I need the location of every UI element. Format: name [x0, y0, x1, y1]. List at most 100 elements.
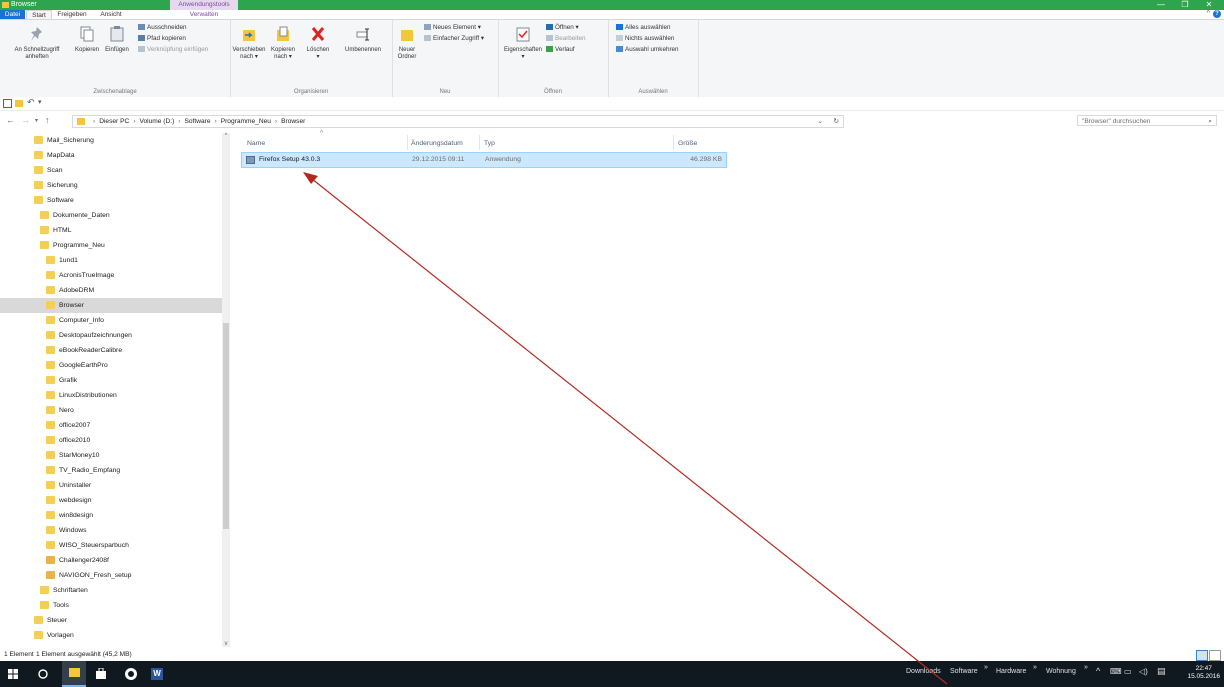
scrollbar-thumb[interactable]: [223, 323, 229, 529]
nav-tree-item[interactable]: Browser: [0, 298, 222, 313]
word-icon[interactable]: W: [151, 668, 163, 680]
network-icon[interactable]: ▭: [1124, 667, 1132, 676]
table-row[interactable]: Firefox Setup 43.0.3 29.12.2015 09:11 An…: [241, 152, 727, 168]
nav-tree-item[interactable]: Dokumente_Daten: [40, 208, 110, 223]
nav-tree-item[interactable]: Vorlagen: [34, 628, 74, 643]
tab-verwalten[interactable]: Verwalten: [172, 10, 236, 19]
nav-tree-item[interactable]: LinuxDistributionen: [46, 388, 117, 403]
nav-tree-item[interactable]: TV_Radio_Empfang: [46, 463, 120, 478]
maximize-button[interactable]: ❐: [1174, 0, 1196, 10]
details-view-icon[interactable]: [1196, 650, 1208, 661]
column-header-type[interactable]: Typ: [484, 138, 495, 149]
nav-tree-item[interactable]: Computer_Info: [46, 313, 104, 328]
volume-icon[interactable]: ◁): [1139, 667, 1148, 676]
toolbar-link-wohnung[interactable]: Wohnung: [1046, 668, 1076, 675]
toolbar-expand-icon[interactable]: »: [1084, 664, 1088, 671]
nav-tree-item[interactable]: Scan: [34, 163, 63, 178]
nav-tree-item[interactable]: office2010: [46, 433, 90, 448]
edit-button[interactable]: Bearbeiten: [546, 35, 585, 42]
toolbar-expand-icon[interactable]: »: [1033, 664, 1037, 671]
help-icon[interactable]: ?: [1213, 10, 1221, 18]
tab-datei[interactable]: Datei: [0, 10, 25, 19]
refresh-icon[interactable]: ↻: [833, 116, 839, 127]
nav-tree-item[interactable]: Uninstaller: [46, 478, 91, 493]
browser-globe-icon[interactable]: [124, 667, 138, 683]
breadcrumb-software[interactable]: Software: [184, 118, 210, 125]
nav-tree-item[interactable]: HTML: [40, 223, 72, 238]
properties-button[interactable]: Eigenschaften ▾: [502, 26, 544, 61]
nav-tree-item[interactable]: eBookReaderCalibre: [46, 343, 122, 358]
nav-tree-item[interactable]: Software: [34, 193, 74, 208]
nav-tree-item[interactable]: AdobeDRM: [46, 283, 94, 298]
new-folder-icon[interactable]: [15, 100, 23, 107]
nav-tree-item[interactable]: Tools: [40, 598, 69, 613]
nav-tree-item[interactable]: WISO_Steuersparbuch: [46, 538, 129, 553]
breadcrumb-browser[interactable]: Browser: [281, 118, 305, 125]
column-header-name[interactable]: Name: [247, 138, 265, 149]
collapse-ribbon-icon[interactable]: ^: [1207, 10, 1210, 17]
search-cortana-icon[interactable]: [38, 669, 48, 685]
close-button[interactable]: ✕: [1198, 0, 1220, 10]
scroll-up-icon[interactable]: ^: [222, 133, 230, 139]
nav-tree-item[interactable]: Steuer: [34, 613, 67, 628]
nav-tree-item[interactable]: MapData: [34, 148, 75, 163]
copy-path-button[interactable]: Pfad kopieren: [138, 35, 186, 42]
forward-arrow-icon[interactable]: →: [21, 115, 30, 125]
address-bar[interactable]: › Dieser PC › Volume (D:) › Software › Programm…: [72, 115, 844, 128]
tab-ansicht[interactable]: Ansicht: [94, 10, 128, 19]
breadcrumb-programme-neu[interactable]: Programme_Neu: [221, 118, 271, 125]
recent-locations-icon[interactable]: ▾: [35, 117, 38, 124]
copy-to-button[interactable]: Kopieren nach ▾: [268, 26, 298, 61]
new-item-button[interactable]: Neues Element ▾: [424, 24, 481, 31]
file-explorer-taskbar-button[interactable]: [62, 661, 86, 687]
invert-selection-button[interactable]: Auswahl umkehren: [616, 46, 679, 53]
address-dropdown-icon[interactable]: ⌄: [817, 116, 823, 127]
pin-quick-access-button[interactable]: An Schnellzugriff anheften: [6, 26, 68, 61]
taskbar-clock[interactable]: 22:47 15.05.2016: [1187, 665, 1220, 681]
nav-tree-item[interactable]: Windows: [46, 523, 87, 538]
new-folder-button[interactable]: Neuer Ordner: [394, 26, 420, 61]
large-icons-view-icon[interactable]: [1209, 650, 1221, 661]
nav-tree-item[interactable]: webdesign: [46, 493, 92, 508]
toolbar-link-software[interactable]: Software: [950, 668, 978, 675]
nav-tree-item[interactable]: NAVIGON_Fresh_setup: [46, 568, 131, 583]
nav-scrollbar[interactable]: ^ v: [222, 133, 230, 647]
tab-freigeben[interactable]: Freigeben: [52, 10, 92, 19]
minimize-button[interactable]: —: [1150, 0, 1172, 10]
breadcrumb-volume-d[interactable]: Volume (D:): [139, 118, 174, 125]
cut-button[interactable]: Ausschneiden: [138, 24, 187, 31]
select-none-button[interactable]: Nichts auswählen: [616, 35, 674, 42]
nav-tree-item[interactable]: Nero: [46, 403, 74, 418]
open-button[interactable]: Öffnen ▾: [546, 24, 579, 31]
nav-tree-item[interactable]: win8design: [46, 508, 93, 523]
column-separator[interactable]: [479, 135, 480, 150]
copy-button[interactable]: Kopieren: [72, 26, 102, 54]
toolbar-link-downloads[interactable]: Downloads: [906, 668, 941, 675]
nav-tree-item[interactable]: Mail_Sicherung: [34, 133, 94, 148]
nav-tree-item[interactable]: AcronisTrueImage: [46, 268, 114, 283]
rename-button[interactable]: Umbenennen: [336, 26, 390, 54]
customize-qat-icon[interactable]: ▾: [38, 98, 42, 106]
nav-tree-item[interactable]: Sicherung: [34, 178, 78, 193]
properties-check-icon[interactable]: [3, 99, 12, 108]
move-to-button[interactable]: Verschieben nach ▾: [232, 26, 266, 61]
nav-tree-item[interactable]: Desktopaufzeichnungen: [46, 328, 132, 343]
history-button[interactable]: Verlauf: [546, 46, 575, 53]
paste-shortcut-button[interactable]: Verknüpfung einfügen: [138, 46, 208, 53]
toolbar-link-hardware[interactable]: Hardware: [996, 668, 1026, 675]
column-separator[interactable]: [407, 135, 408, 150]
nav-tree-item[interactable]: office2007: [46, 418, 90, 433]
nav-tree-item[interactable]: Schriftarten: [40, 583, 88, 598]
delete-button[interactable]: Löschen ▾: [302, 26, 334, 61]
search-input[interactable]: "Browser" durchsuchen ⌕: [1077, 115, 1217, 126]
nav-tree-item[interactable]: GoogleEarthPro: [46, 358, 108, 373]
paste-button[interactable]: Einfügen: [102, 26, 132, 54]
back-arrow-icon[interactable]: ←: [6, 115, 15, 125]
column-header-date[interactable]: Änderungsdatum: [411, 138, 463, 149]
breadcrumb-dieser-pc[interactable]: Dieser PC: [99, 118, 129, 125]
nav-tree-item[interactable]: Programme_Neu: [40, 238, 105, 253]
up-arrow-icon[interactable]: ↑: [45, 115, 50, 125]
tray-chevron-icon[interactable]: ^: [1096, 666, 1100, 676]
keyboard-icon[interactable]: ⌨: [1110, 667, 1122, 676]
undo-icon[interactable]: ↶: [27, 97, 35, 108]
